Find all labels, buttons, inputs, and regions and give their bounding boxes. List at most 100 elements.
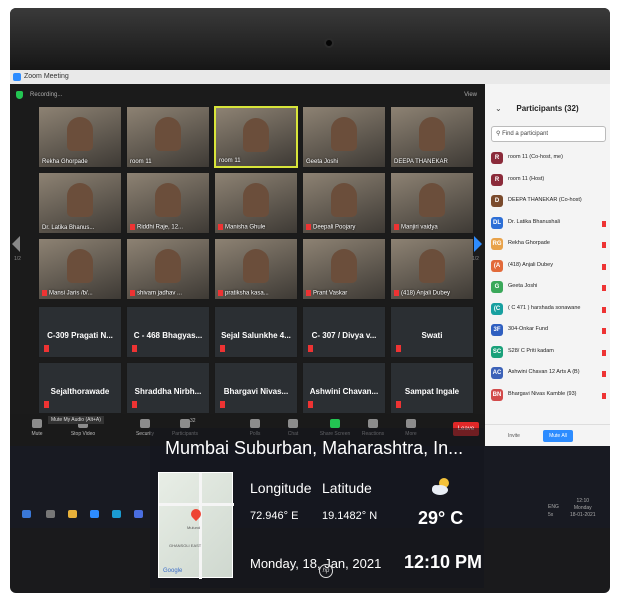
volume-indicator[interactable]: 5x [548,512,553,518]
video-tile[interactable]: Mansi Jaris /b/... [38,238,122,300]
latitude-label: Latitude [322,480,372,496]
participant-row[interactable]: BN Bhargavi Nivas Kamble (93) [485,385,610,407]
video-tile[interactable]: Geeta Joshi [302,106,386,168]
shield-icon[interactable] [16,91,23,99]
video-tile[interactable]: Riddhi Raje, 12... [126,172,210,234]
zoom-taskbar-icon[interactable] [90,510,99,518]
participant-row[interactable]: AC Ashwini Chavan 12 Arts A (B) [485,363,610,385]
participant-search-input[interactable]: ⚲ Find a participant [491,126,606,142]
view-button[interactable]: View [464,90,477,100]
time-value: 12:10 PM [404,552,483,572]
participant-list: Rroom 11 (Co-host, me) Rroom 11 (Host) D DE… [485,148,610,406]
muted-mic-icon [308,345,313,352]
toolbar-button-label: Mute [31,431,43,437]
video-tile[interactable]: Deepali Poojary [302,172,386,234]
name-tile[interactable]: C - 468 Bhagyas... [126,306,210,358]
participant-video-feed [155,249,181,283]
video-tile-name: Mansi Jaris /b/... [42,290,93,297]
muted-mic-icon [602,242,606,248]
name-tile-label: Shraddha Nirbh... [134,387,202,396]
name-tile[interactable]: Sejal Salunkhe 4... [214,306,298,358]
store-icon[interactable] [134,510,143,518]
video-tile[interactable]: room 11 [126,106,210,168]
participant-row[interactable]: G Geeta Joshi [485,277,610,299]
avatar: R [491,152,503,164]
participant-name: Rekha Ghorpade [508,240,550,246]
avatar: 3F [491,324,503,336]
video-tile-name: Rekha Ghorpade [42,159,88,165]
mute-all-button[interactable]: Mute All [543,430,573,442]
search-icon[interactable] [46,510,55,518]
name-tile[interactable]: Swati [390,306,474,358]
name-tile[interactable]: Ashwini Chavan... [302,362,386,414]
participant-name: DEEPA THANEKAR (Co-host) [508,197,582,203]
participant-name: room 11 (Co-host, me) [508,154,563,160]
chat-icon [288,419,298,428]
muted-mic-icon [44,345,49,352]
avatar: R [491,173,503,186]
participant-row[interactable]: Rroom 11 (Host) [485,170,610,192]
muted-mic-icon [130,290,135,297]
name-tile[interactable]: Sejalthorawade [38,362,122,414]
participant-video-feed [67,117,93,151]
video-tile[interactable]: Prant Vaskar [302,238,386,300]
video-tile-name: Riddhi Raje, 12... [130,224,183,231]
participant-video-feed [243,249,269,283]
video-tile[interactable]: Manjiri vaidya [390,172,474,234]
meeting-top-strip: Recording... View [10,84,485,106]
video-tile[interactable]: (418) Anjali Dubey [390,238,474,300]
participant-row[interactable]: 3F 304-Onkar Fund [485,320,610,342]
video-tile-name: Prant Vaskar [306,290,347,297]
muted-mic-icon [218,224,223,231]
location-title: Mumbai Suburban, Maharashtra, In... [165,438,464,458]
muted-mic-icon [602,306,606,313]
avatar: SC [491,345,503,358]
clock-day: Monday [573,505,592,511]
video-tile[interactable]: Rekha Ghorpade [38,106,122,168]
participant-row[interactable]: Rroom 11 (Co-host, me) [485,148,610,170]
participant-row[interactable]: D DEEPA THANEKAR (Co-host) [485,191,610,213]
name-tile[interactable]: C- 307 / Divya v... [302,306,386,358]
participant-row[interactable]: DL Dr. Latika Bhanushali [485,213,610,235]
microphone-icon [32,419,42,428]
participant-row[interactable]: SC S28/ C Priti kadam [485,342,610,364]
start-icon[interactable] [22,510,31,518]
video-tile[interactable]: DEEPA THANEKAR [390,106,474,168]
muted-mic-icon [132,345,137,352]
name-tile[interactable]: Bhargavi Nivas... [214,362,298,414]
participant-row[interactable]: (A (418) Anjali Dubey [485,256,610,278]
video-tile[interactable]: Dr. Latika Bhanus... [38,172,122,234]
taskbar-clock[interactable]: 12:10 Monday 18-01-2021 [570,498,596,519]
previous-page-arrow-icon[interactable] [12,236,20,252]
partly-cloudy-icon [432,478,449,495]
video-tile[interactable]: shivam jadhav ... [126,238,210,300]
name-tile-label: C-309 Pragati N... [47,331,113,340]
invite-button[interactable]: Invite [499,430,529,442]
name-tile[interactable]: C-309 Pragati N... [38,306,122,358]
name-tile[interactable]: Shraddha Nirbh... [126,362,210,414]
name-tile[interactable]: Sampat Ingale [390,362,474,414]
participant-name: Geeta Joshi [508,283,538,289]
shield-icon [140,419,150,428]
video-tile-name-text: Mansi Jaris /b/... [49,291,93,297]
avatar: RG [491,238,503,250]
video-tile-name-text: Dr. Latika Bhanus... [42,225,95,231]
search-icon: ⚲ [496,131,501,137]
participant-name: Dr. Latika Bhanushali [508,218,560,225]
language-indicator[interactable]: ENG [548,504,559,510]
video-tile[interactable]: pratiksha kasa... [214,238,298,300]
video-tile-name-text: Manisha Ghule [225,225,266,231]
muted-mic-icon [220,345,225,352]
name-tile-label: Sampat Ingale [404,387,460,396]
participant-row[interactable]: (C ( C 471 ) harshada sonawane [485,299,610,321]
zoom-logo-icon [13,73,21,81]
next-page-arrow-icon[interactable] [474,236,482,252]
video-tile[interactable]: Manisha Ghule [214,172,298,234]
participant-row[interactable]: RG Rekha Ghorpade [485,234,610,256]
video-tile[interactable]: room 11 [214,106,298,168]
geotag-overlay: Mumbai Suburban, Maharashtra, In... Mulu… [150,428,484,588]
file-explorer-icon[interactable] [68,510,77,518]
edge-icon[interactable] [112,510,121,518]
recording-indicator[interactable]: Recording... [30,90,62,100]
map-pin-label: Mulund [187,525,201,530]
